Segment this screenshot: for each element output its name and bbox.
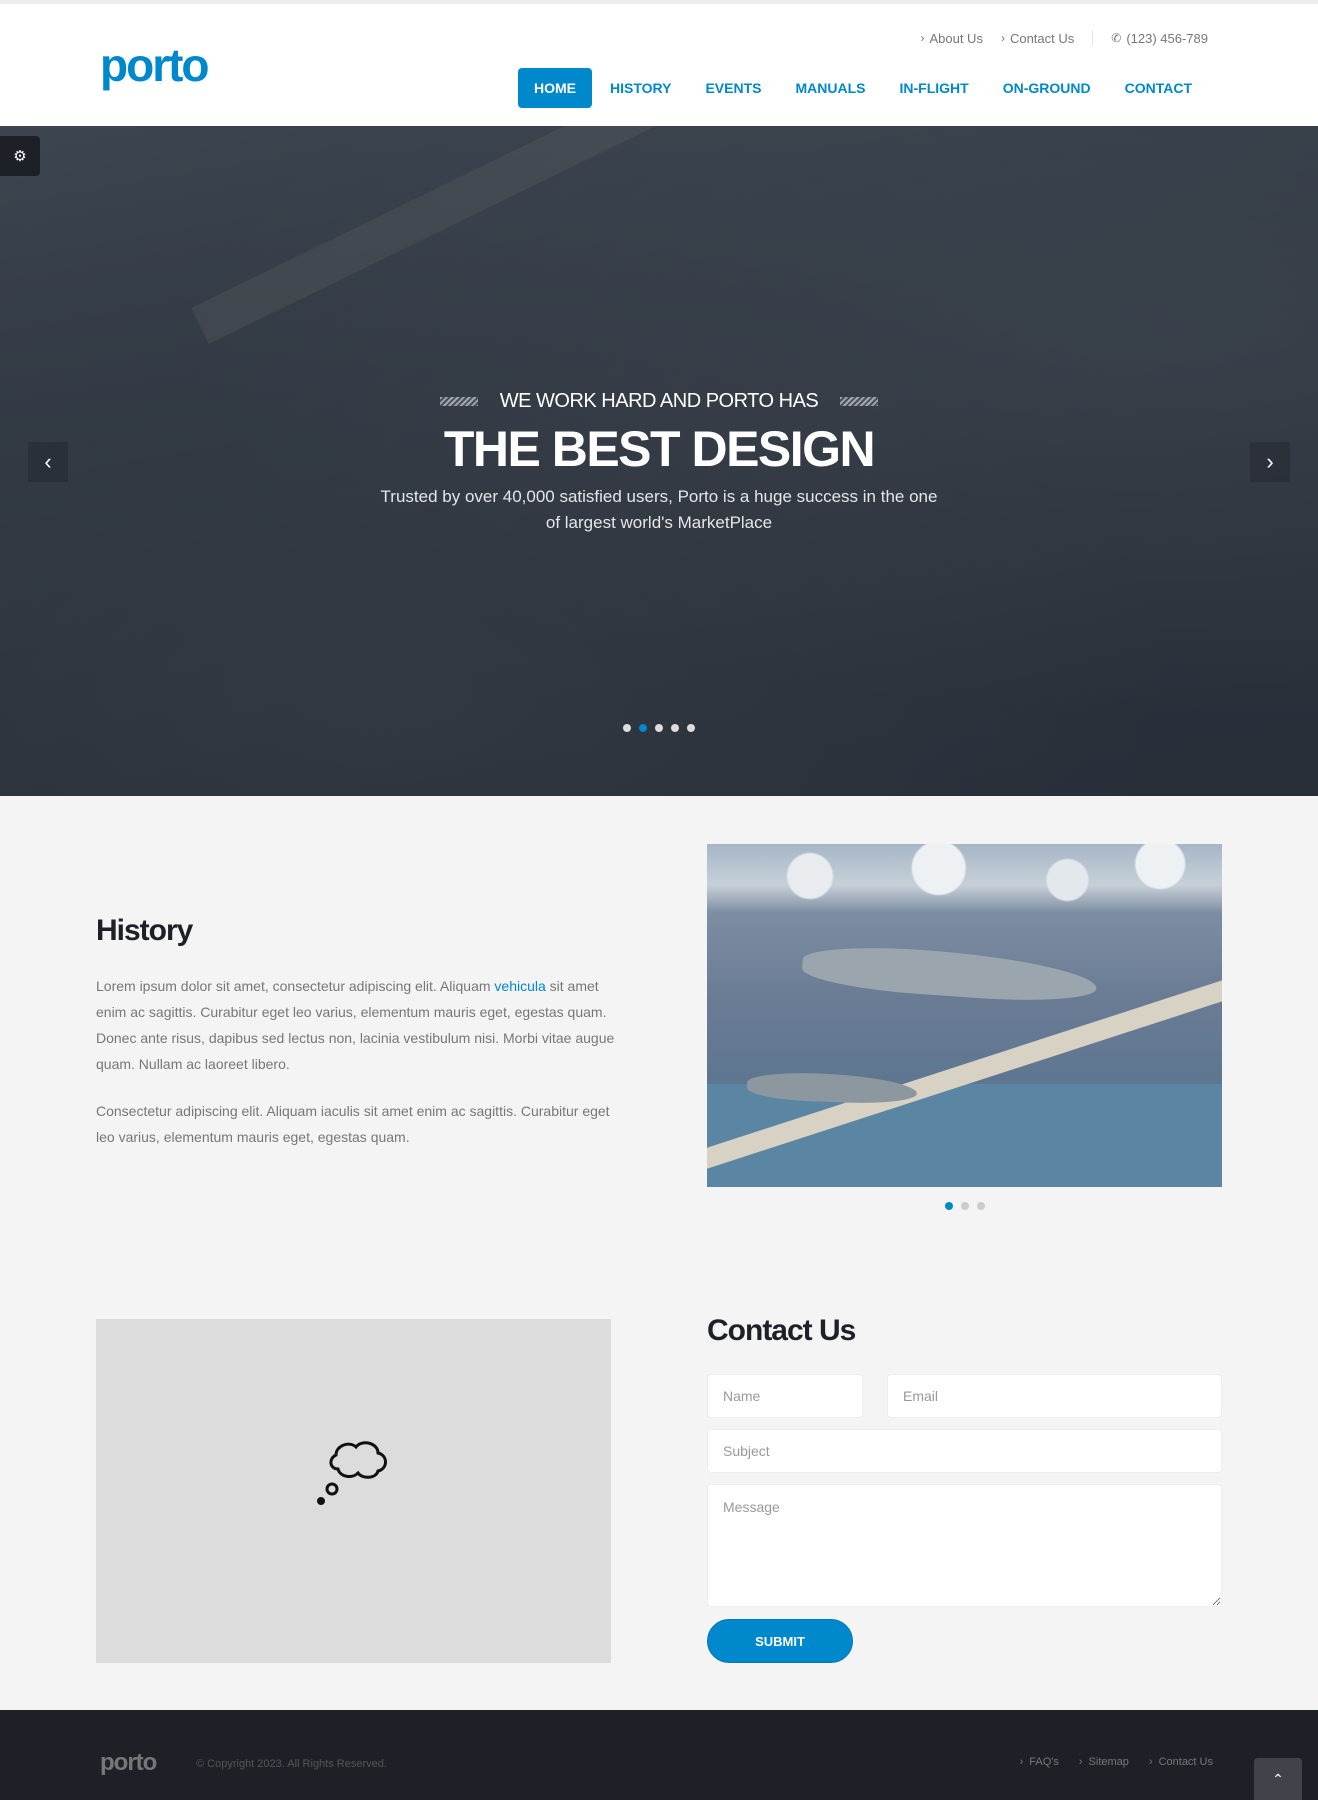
phone-icon: ✆	[1111, 31, 1122, 45]
map-placeholder	[96, 1319, 611, 1663]
chevron-right-icon: ›	[1019, 1756, 1024, 1768]
history-paragraph-1: Lorem ipsum dolor sit amet, consectetur …	[96, 973, 616, 1077]
top-link-contact-us[interactable]: › Contact Us	[1001, 31, 1074, 46]
chevron-right-icon: ›	[1148, 1756, 1153, 1768]
footer-link-contact-us[interactable]: › Contact Us	[1149, 1756, 1213, 1768]
pagination-dot[interactable]	[623, 724, 631, 732]
footer-link-label: Sitemap	[1088, 1756, 1129, 1768]
phone-text: (123) 456-789	[1126, 30, 1208, 46]
footer-link-label: FAQ's	[1029, 1756, 1059, 1768]
nav-in-flight[interactable]: IN-FLIGHT	[883, 68, 984, 108]
history-title: History	[96, 914, 193, 947]
main-nav: HOME HISTORY EVENTS MANUALS IN-FLIGHT ON…	[516, 68, 1208, 108]
gears-icon: ⚙	[13, 148, 27, 165]
site-footer: porto © Copyright 2023. All Rights Reser…	[0, 1710, 1318, 1800]
email-field[interactable]	[887, 1374, 1222, 1418]
history-paragraph-2: Consectetur adipiscing elit. Aliquam iac…	[96, 1103, 610, 1145]
top-links: › About Us › Contact Us ✆ (123) 456-789	[902, 30, 1208, 46]
nav-history[interactable]: HISTORY	[594, 68, 687, 108]
chevron-right-icon: ›	[1000, 31, 1005, 45]
nav-home[interactable]: HOME	[518, 68, 592, 108]
history-text: Lorem ipsum dolor sit amet, consectetur …	[96, 978, 495, 994]
vehicula-link[interactable]: vehicula	[494, 978, 545, 994]
style-switcher-button[interactable]: ⚙	[0, 136, 40, 176]
footer-link-sitemap[interactable]: › Sitemap	[1079, 1756, 1129, 1768]
hero-slider: ‹ › WE WORK HARD AND PORTO HAS THE BEST …	[0, 126, 1318, 796]
message-field[interactable]	[707, 1484, 1222, 1607]
footer-logo[interactable]: porto	[100, 1749, 157, 1777]
history-carousel-image	[707, 844, 1222, 1187]
pagination-dot[interactable]	[655, 724, 663, 732]
hero-subtitle: WE WORK HARD AND PORTO HAS	[499, 390, 819, 412]
subject-field[interactable]	[707, 1429, 1222, 1473]
site-logo[interactable]: porto	[100, 42, 210, 88]
top-link-label: About Us	[929, 30, 983, 46]
hero-subtitle-row: WE WORK HARD AND PORTO HAS	[0, 390, 1318, 413]
copyright: © Copyright 2023. All Rights Reserved.	[196, 1758, 387, 1770]
decorative-stripe	[840, 397, 879, 406]
top-link-label: Contact Us	[1009, 30, 1075, 46]
footer-links: › FAQ's › Sitemap › Contact Us	[1000, 1756, 1213, 1768]
jet-1	[800, 941, 1099, 1007]
top-link-about-us[interactable]: › About Us	[920, 31, 982, 46]
chevron-right-icon: ›	[920, 31, 925, 45]
decorative-stripe	[439, 397, 478, 406]
contact-title: Contact Us	[707, 1314, 856, 1347]
footer-link-faqs[interactable]: › FAQ's	[1020, 1756, 1059, 1768]
hero-text: Trusted by over 40,000 satisfied users, …	[380, 487, 938, 532]
pagination-dot[interactable]	[944, 1202, 953, 1210]
nav-manuals[interactable]: MANUALS	[779, 68, 881, 108]
nav-on-ground[interactable]: ON-GROUND	[987, 68, 1107, 108]
nav-contact[interactable]: CONTACT	[1109, 68, 1208, 108]
chevron-right-icon: ›	[1078, 1756, 1083, 1768]
divider	[1092, 30, 1094, 46]
clouds	[707, 844, 1222, 924]
site-header: porto › About Us › Contact Us ✆ (123) 45…	[0, 4, 1318, 126]
phone-number: ✆ (123) 456-789	[1111, 31, 1208, 46]
submit-button[interactable]: SUBMIT	[707, 1619, 853, 1663]
pagination-dot[interactable]	[671, 724, 679, 732]
pagination-dot[interactable]	[960, 1202, 969, 1210]
thought-bubble-icon	[317, 1441, 387, 1505]
footer-link-label: Contact Us	[1158, 1756, 1213, 1768]
pagination-dot[interactable]	[639, 724, 647, 732]
name-field[interactable]	[707, 1374, 863, 1418]
nav-events[interactable]: EVENTS	[689, 68, 777, 108]
history-carousel-pagination	[707, 1202, 1222, 1210]
pagination-dot[interactable]	[687, 724, 695, 732]
scroll-to-top-button[interactable]: ⌃	[1254, 1758, 1302, 1800]
pagination-dot[interactable]	[976, 1202, 985, 1210]
hero-pagination	[0, 724, 1318, 732]
chevron-up-icon: ⌃	[1272, 1770, 1284, 1787]
hero-title: THE BEST DESIGN	[443, 421, 876, 477]
